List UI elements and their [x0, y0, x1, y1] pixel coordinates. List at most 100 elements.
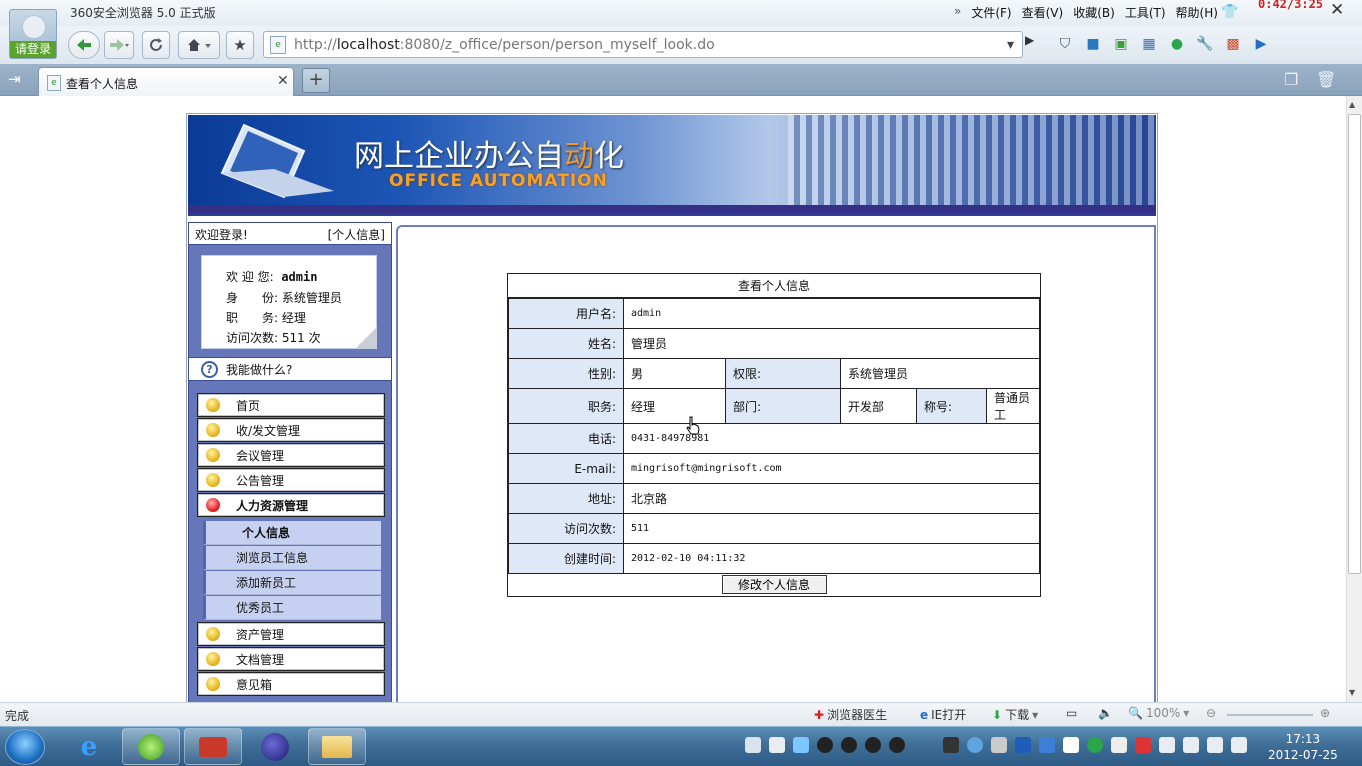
window-icon[interactable]: ▭ [1066, 706, 1077, 720]
qq-icon[interactable] [865, 737, 881, 753]
extension-cube-icon[interactable]: ■ [1082, 32, 1104, 56]
tray-app-icon[interactable] [1087, 737, 1103, 753]
trash-icon[interactable]: 🗑 [1316, 70, 1336, 89]
home-button[interactable] [178, 31, 220, 59]
menu-label: 会议管理 [236, 448, 285, 463]
scroll-down-icon[interactable]: ▼ [1349, 688, 1355, 697]
qq-icon[interactable] [889, 737, 905, 753]
ie-taskbar-icon[interactable]: e [60, 728, 118, 765]
menu-hr[interactable]: 人力资源管理 [197, 493, 385, 517]
table-row: 用户名: admin [508, 298, 1040, 329]
user-greet-row: 欢 迎 您: admin [226, 268, 317, 285]
vertical-scrollbar[interactable]: ▲ ▼ [1346, 96, 1362, 702]
forward-button[interactable] [104, 31, 134, 59]
app-title: 360安全浏览器 5.0 正式版 [70, 6, 216, 20]
tray-app-icon[interactable] [769, 737, 785, 753]
menu-bar: » 文件(F) 查看(V) 收藏(B) 工具(T) 帮助(H) [954, 4, 1218, 21]
zoom-out-icon[interactable]: ⊖ [1206, 706, 1216, 720]
volume-icon[interactable] [1231, 737, 1247, 753]
avatar[interactable]: 请登录 [9, 9, 57, 59]
tray-app-icon[interactable] [793, 737, 809, 753]
keyboard-icon[interactable] [745, 737, 761, 753]
menu-tools[interactable]: 工具(T) [1125, 4, 1166, 21]
menu-documents[interactable]: 收/发文管理 [197, 418, 385, 442]
go-icon[interactable]: ▶ [1025, 33, 1034, 47]
submenu-personal-info[interactable]: 个人信息 [203, 521, 381, 545]
translate-icon[interactable]: ▣ [1110, 32, 1132, 56]
apps-icon[interactable]: ▩ [1222, 32, 1244, 56]
tray-app-icon[interactable] [1135, 737, 1151, 753]
screenshot-icon[interactable]: ▦ [1138, 32, 1160, 56]
login-label[interactable]: 请登录 [10, 41, 56, 58]
toolbox-taskbar-icon[interactable] [184, 728, 242, 765]
restore-tabs-icon[interactable]: ❐ [1284, 70, 1298, 89]
tray-app-icon[interactable] [1015, 737, 1031, 753]
eclipse-taskbar-icon[interactable] [246, 728, 304, 765]
explorer-taskbar-icon[interactable] [308, 728, 366, 765]
taskbar: e 17:13 2012-07-25 [0, 726, 1362, 766]
download-button[interactable]: ⬇ 下载 ▾ [992, 706, 1038, 723]
tray-app-icon[interactable] [991, 737, 1007, 753]
browser-doctor-button[interactable]: ✚ 浏览器医生 [814, 706, 887, 723]
zoom-control[interactable]: 🔍 100% ▾ [1128, 706, 1189, 720]
clock[interactable]: 17:13 2012-07-25 [1268, 731, 1338, 763]
menu-file[interactable]: 文件(F) [971, 4, 1011, 21]
address-dropdown-icon[interactable]: ▾ [1007, 37, 1014, 53]
tray-app-icon[interactable] [1183, 737, 1199, 753]
address-bar[interactable]: e http://localhost:8080/z_office/person/… [263, 31, 1023, 58]
menu-overflow-icon[interactable]: » [954, 4, 961, 21]
security-shield-icon[interactable]: ⛉ [1054, 32, 1076, 56]
video-icon[interactable]: ▶ [1250, 32, 1272, 56]
submenu-excellent-staff[interactable]: 优秀员工 [203, 596, 381, 620]
tab-close-icon[interactable]: ✕ [277, 73, 289, 89]
close-window-icon[interactable]: ✕ [1330, 0, 1344, 20]
help-text: 我能做什么? [226, 362, 293, 377]
qq-icon[interactable] [817, 737, 833, 753]
sidebar-toggle-icon[interactable]: ⇥ [8, 70, 21, 88]
flag-icon[interactable] [1159, 737, 1175, 753]
help-bar[interactable]: ? 我能做什么? [189, 357, 391, 381]
zoom-in-icon[interactable]: ⊕ [1320, 706, 1330, 720]
menu-meetings[interactable]: 会议管理 [197, 443, 385, 467]
download-tool-icon[interactable]: ● [1166, 32, 1188, 56]
new-tab-button[interactable]: + [302, 68, 330, 93]
favorite-button[interactable]: ★ [226, 31, 254, 59]
shield-icon[interactable] [1039, 737, 1055, 753]
speaker-icon[interactable]: 🔈 [1098, 706, 1113, 720]
table-row: 地址: 北京路 [508, 483, 1040, 514]
edit-info-button[interactable]: 修改个人信息 [721, 575, 827, 595]
job-value: 经理 [623, 388, 726, 424]
start-button[interactable] [5, 729, 45, 765]
table-row: 姓名: 管理员 [508, 328, 1040, 359]
tray-app-icon[interactable] [1111, 737, 1127, 753]
menu-assets[interactable]: 资产管理 [197, 622, 385, 646]
back-arrow-icon [77, 39, 91, 51]
menu-home[interactable]: 首页 [197, 393, 385, 417]
personal-info-link[interactable]: [个人信息] [328, 226, 385, 242]
skin-icon[interactable]: 👕 [1221, 4, 1238, 20]
menu-notices[interactable]: 公告管理 [197, 468, 385, 492]
qq-icon[interactable] [841, 737, 857, 753]
submenu-browse-staff[interactable]: 浏览员工信息 [203, 546, 381, 570]
ie-open-button[interactable]: e IE打开 [920, 706, 966, 723]
wrench-icon[interactable]: 🔧 [1194, 32, 1216, 56]
submenu-add-staff[interactable]: 添加新员工 [203, 571, 381, 595]
scroll-up-icon[interactable]: ▲ [1349, 100, 1355, 109]
network-icon[interactable] [1207, 737, 1223, 753]
menu-suggestions[interactable]: 意见箱 [197, 672, 385, 696]
email-label: E-mail: [508, 453, 624, 484]
oa-page: 网上企业办公自动化 OFFICE AUTOMATION 欢迎登录! [个人信息]… [186, 113, 1158, 702]
tab-person-info[interactable]: e 查看个人信息 ✕ [38, 67, 294, 97]
menu-help[interactable]: 帮助(H) [1176, 4, 1218, 21]
tray-app-icon[interactable] [943, 737, 959, 753]
tray-app-icon[interactable] [967, 737, 983, 753]
back-button[interactable] [68, 31, 100, 59]
refresh-button[interactable] [142, 31, 170, 59]
360-browser-taskbar-icon[interactable] [122, 728, 180, 765]
menu-view[interactable]: 查看(V) [1022, 4, 1064, 21]
scroll-thumb[interactable] [1348, 114, 1361, 574]
menu-archives[interactable]: 文档管理 [197, 647, 385, 671]
tray-app-icon[interactable] [1063, 737, 1079, 753]
zoom-slider[interactable] [1227, 714, 1313, 716]
menu-favorites[interactable]: 收藏(B) [1073, 4, 1115, 21]
